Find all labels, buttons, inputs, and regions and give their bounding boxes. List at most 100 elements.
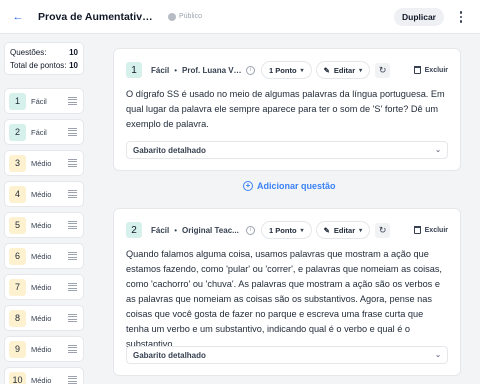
sidebar-item-question-4[interactable]: 4 Médio [4,181,84,207]
sidebar-item-label: Médio [31,158,52,168]
drag-handle-icon[interactable] [68,375,77,384]
sidebar-item-label: Médio [31,313,52,323]
sidebar-item-number: 1 [9,92,26,110]
top-bar: ← Prova de Aumentativo e Di... Público D… [0,0,480,34]
sidebar-item-question-6[interactable]: 6 Médio [4,243,84,269]
plus-circle-icon: + [243,181,253,191]
sidebar-item-question-2[interactable]: 2 Fácil [4,119,84,145]
question-number: 1 [126,62,142,78]
chevron-down-icon: ⌄ [435,147,441,154]
answer-key-dropdown[interactable]: Gabarito detalhado ⌄ [126,141,448,159]
page-title: Prova de Aumentativo e Di... [38,10,158,23]
delete-button[interactable]: Excluir [413,66,448,74]
sidebar-item-number: 7 [9,278,26,296]
sidebar-item-number: 4 [9,185,26,203]
questions-count-label: Questões: [10,48,47,57]
edit-button[interactable]: ✎ Editar ▾ [315,61,371,79]
info-icon[interactable]: i [246,225,256,235]
sidebar-item-question-10[interactable]: 10 Médio [4,367,84,384]
question-header: 1 Fácil • Prof. Luana Vi... i 1 Ponto ▾ … [126,61,448,79]
add-question-button[interactable]: + Adicionar questão [243,181,336,191]
question-header: 2 Fácil • Original Teac... i 1 Ponto ▾ ✎… [126,221,448,239]
total-points-value: 10 [69,60,78,70]
chevron-down-icon: ⌄ [435,352,441,359]
delete-label: Excluir [424,226,448,234]
edit-label: Editar [333,225,356,235]
sidebar-item-label: Fácil [31,96,47,106]
sidebar-item-question-8[interactable]: 8 Médio [4,305,84,331]
edit-label: Editar [333,65,356,75]
edit-button[interactable]: ✎ Editar ▾ [315,221,371,239]
drag-handle-icon[interactable] [68,189,77,199]
sidebar-item-number: 6 [9,247,26,265]
sidebar-item-label: Médio [31,189,52,199]
regenerate-icon[interactable]: ↻ [375,62,391,78]
answer-key-dropdown[interactable]: Gabarito detalhado ⌄ [126,346,448,364]
author-name: Original Teac... [182,225,239,235]
question-card: 2 Fácil • Original Teac... i 1 Ponto ▾ ✎… [113,208,461,376]
chevron-down-icon: ▾ [359,67,363,74]
sidebar-item-number: 9 [9,340,26,358]
questions-count-value: 10 [69,48,78,57]
answer-key-label: Gabarito detalhado [133,145,206,155]
back-arrow-icon[interactable]: ← [8,7,28,27]
drag-handle-icon[interactable] [68,220,77,230]
pencil-icon: ✎ [323,65,330,75]
sidebar-item-number: 5 [9,216,26,234]
question-sidebar: Questões: 10 Total de pontos: 10 1 Fácil 2… [4,42,84,384]
chevron-down-icon: ▾ [300,67,304,74]
question-card: 1 Fácil • Prof. Luana Vi... i 1 Ponto ▾ … [113,48,461,171]
chevron-down-icon: ▾ [359,227,363,234]
points-label: 1 Ponto [269,225,297,235]
separator-dot: • [174,65,178,75]
add-question-label: Adicionar questão [257,181,336,191]
info-icon[interactable]: i [246,65,256,75]
question-number: 2 [126,222,142,238]
more-options-icon[interactable] [455,9,467,25]
answer-key-label: Gabarito detalhado [133,350,206,360]
drag-handle-icon[interactable] [68,282,77,292]
sidebar-item-number: 3 [9,154,26,172]
difficulty-label: Fácil [151,65,170,75]
trash-icon [413,226,421,234]
globe-icon [168,12,176,21]
pencil-icon: ✎ [323,225,330,235]
sidebar-item-question-5[interactable]: 5 Médio [4,212,84,238]
sidebar-item-label: Médio [31,251,52,261]
delete-button[interactable]: Excluir [413,226,448,234]
points-label: 1 Ponto [269,65,297,75]
trash-icon [413,66,421,74]
sidebar-item-question-1[interactable]: 1 Fácil [4,88,84,114]
difficulty-label: Fácil [151,225,170,235]
drag-handle-icon[interactable] [68,158,77,168]
sidebar-item-label: Médio [31,282,52,292]
sidebar-item-number: 2 [9,123,26,141]
sidebar-item-label: Médio [31,375,52,384]
sidebar-item-label: Médio [31,344,52,354]
regenerate-icon[interactable]: ↻ [375,222,391,238]
duplicate-button[interactable]: Duplicar [394,8,444,26]
visibility-label: Público [179,13,202,20]
drag-handle-icon[interactable] [68,344,77,354]
separator-dot: • [174,225,178,235]
sidebar-item-question-9[interactable]: 9 Médio [4,336,84,362]
drag-handle-icon[interactable] [68,96,77,106]
points-dropdown[interactable]: 1 Ponto ▾ [261,61,312,79]
sidebar-item-question-7[interactable]: 7 Médio [4,274,84,300]
drag-handle-icon[interactable] [68,127,77,137]
chevron-down-icon: ▾ [300,227,304,234]
total-points-label: Total de pontos: [10,60,67,70]
drag-handle-icon[interactable] [68,251,77,261]
drag-handle-icon[interactable] [68,313,77,323]
points-dropdown[interactable]: 1 Ponto ▾ [261,221,312,239]
sidebar-item-label: Médio [31,220,52,230]
question-text: O dígrafo SS é usado no meio de algumas … [126,89,445,129]
delete-label: Excluir [424,66,448,74]
question-text: Quando falamos alguma coisa, usamos pala… [126,249,442,349]
sidebar-item-number: 8 [9,309,26,327]
visibility-status: Público [168,12,202,21]
summary-box: Questões: 10 Total de pontos: 10 [4,42,84,75]
sidebar-item-question-3[interactable]: 3 Médio [4,150,84,176]
sidebar-item-number: 10 [9,371,26,384]
author-name: Prof. Luana Vi... [182,65,243,75]
